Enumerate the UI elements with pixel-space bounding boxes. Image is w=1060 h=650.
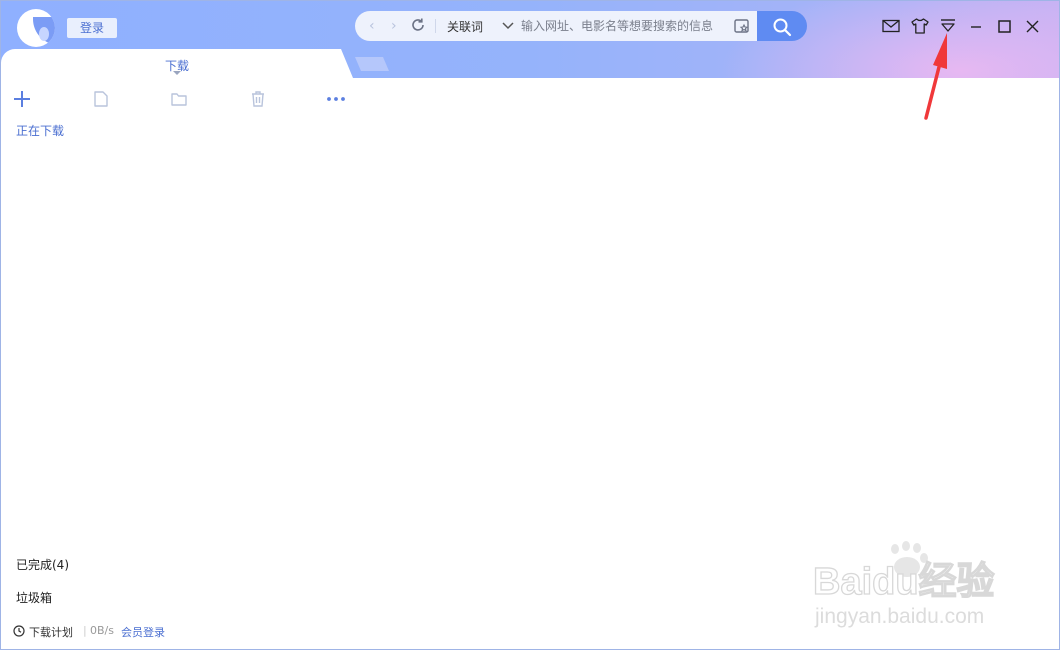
- logo-icon[interactable]: [17, 9, 55, 47]
- file-icon[interactable]: [91, 89, 111, 109]
- dropdown-icon[interactable]: [501, 19, 515, 33]
- annotation-arrow: [924, 33, 947, 120]
- back-icon[interactable]: ‹: [369, 18, 375, 34]
- maximize-icon[interactable]: [993, 15, 1015, 37]
- keyword-selector-label[interactable]: 关联词: [447, 18, 483, 35]
- new-tab-button[interactable]: [355, 57, 389, 71]
- watermark-brand: Baidu经验: [813, 561, 995, 603]
- vip-login-link[interactable]: 会员登录: [121, 624, 165, 640]
- login-button[interactable]: 登录: [67, 18, 117, 38]
- sidebar-item-completed[interactable]: 已完成(4): [16, 556, 69, 573]
- minimize-icon[interactable]: [965, 15, 987, 37]
- forward-icon[interactable]: ›: [391, 18, 397, 34]
- download-speed: 0B/s: [90, 624, 114, 637]
- delete-icon[interactable]: [248, 89, 268, 109]
- tab-dropdown-icon[interactable]: [173, 71, 181, 75]
- baidu-jingyan-watermark: Baidu经验 jingyan.baidu.com: [811, 539, 1011, 634]
- search-icon: [773, 18, 792, 37]
- sidebar-item-trash[interactable]: 垃圾箱: [16, 589, 52, 606]
- app-window: 登录 ‹ › 关联词 输入网址、电影名等想要搜索的信息 下载 正在下载 已完成(…: [0, 0, 1060, 650]
- favorite-icon[interactable]: [733, 17, 751, 35]
- divider: |: [83, 624, 87, 637]
- download-schedule-link[interactable]: 下载计划: [29, 624, 73, 640]
- folder-icon[interactable]: [169, 89, 189, 109]
- clock-icon: [13, 625, 25, 637]
- refresh-icon[interactable]: [409, 16, 427, 34]
- add-icon[interactable]: [12, 89, 32, 109]
- search-input[interactable]: [521, 16, 721, 36]
- watermark-url: jingyan.baidu.com: [814, 605, 984, 628]
- address-bar: ‹ › 关联词: [355, 11, 757, 41]
- divider: [435, 19, 436, 33]
- close-icon[interactable]: [1021, 15, 1043, 37]
- search-button[interactable]: [757, 11, 807, 41]
- mail-icon[interactable]: [880, 15, 902, 37]
- more-icon[interactable]: [326, 89, 346, 109]
- tab-download[interactable]: 下载: [1, 49, 353, 78]
- sidebar-item-downloading[interactable]: 正在下载: [16, 122, 64, 139]
